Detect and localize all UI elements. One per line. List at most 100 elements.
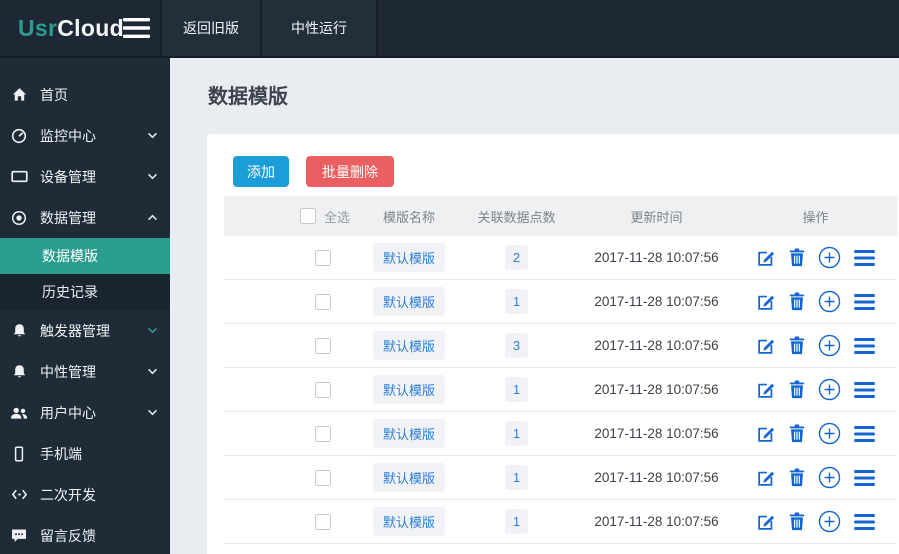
chevron-down-icon xyxy=(147,368,158,375)
trash-button[interactable] xyxy=(789,512,805,531)
template-name-link[interactable]: 默认模版 xyxy=(372,331,445,360)
trash-icon xyxy=(789,336,805,355)
top-bar: Usr Cloud 返回旧版 中性运行 xyxy=(0,0,899,58)
points-count-link[interactable]: 1 xyxy=(504,421,529,446)
points-count-link[interactable]: 1 xyxy=(504,377,529,402)
points-count-link[interactable]: 1 xyxy=(504,465,529,490)
home-icon xyxy=(9,85,29,105)
row-checkbox[interactable] xyxy=(315,425,331,442)
sidebar-item-mobile[interactable]: 手机端 xyxy=(0,433,170,474)
plus-circle-button[interactable] xyxy=(818,378,841,401)
sidebar-item-home[interactable]: 首页 xyxy=(0,74,170,115)
template-name-link[interactable]: 默认模版 xyxy=(372,463,445,492)
row-checkbox[interactable] xyxy=(315,249,331,266)
row-checkbox[interactable] xyxy=(315,513,331,530)
edit-icon xyxy=(756,512,776,532)
content-card: 添加 批量删除 全选 模版名称 关联数据点数 更新时间 操作 默认模版 2 2017… xyxy=(207,134,899,554)
table-body: 默认模版 2 2017-11-28 10:07:56 默认模版 1 2017-11-28 … xyxy=(224,236,897,544)
menu-button[interactable] xyxy=(854,381,875,398)
menu-button[interactable] xyxy=(854,249,875,266)
edit-button[interactable] xyxy=(756,512,776,532)
data-template-table: 全选 模版名称 关联数据点数 更新时间 操作 默认模版 2 2017-11-28 1… xyxy=(224,196,897,544)
trash-button[interactable] xyxy=(789,380,805,399)
edit-button[interactable] xyxy=(756,424,776,444)
points-count-link[interactable]: 1 xyxy=(504,509,529,534)
sidebar-item-device-management[interactable]: 设备管理 xyxy=(0,156,170,197)
trash-button[interactable] xyxy=(789,468,805,487)
chevron-down-icon xyxy=(147,409,158,416)
sidebar-item-user-center[interactable]: 用户中心 xyxy=(0,392,170,433)
chevron-down-icon xyxy=(147,173,158,180)
menu-icon xyxy=(854,469,875,486)
plus-circle-button[interactable] xyxy=(818,510,841,533)
sidebar-item-feedback[interactable]: 留言反馈 xyxy=(0,515,170,554)
sidebar-subitem-data-template[interactable]: 数据模版 xyxy=(0,238,170,274)
row-points-cell: 2 xyxy=(454,236,579,279)
menu-button[interactable] xyxy=(854,469,875,486)
app-logo: Usr Cloud xyxy=(0,0,124,56)
trash-button[interactable] xyxy=(789,424,805,443)
trash-button[interactable] xyxy=(789,336,805,355)
sidebar-item-label: 二次开发 xyxy=(40,486,96,503)
template-name-link[interactable]: 默认模版 xyxy=(372,419,445,448)
batch-delete-button[interactable]: 批量删除 xyxy=(306,156,394,187)
edit-button[interactable] xyxy=(756,380,776,400)
menu-button[interactable] xyxy=(854,425,875,442)
points-count-link[interactable]: 1 xyxy=(504,289,529,314)
plus-circle-button[interactable] xyxy=(818,246,841,269)
mobile-icon xyxy=(9,444,29,464)
table-header-row: 全选 模版名称 关联数据点数 更新时间 操作 xyxy=(224,196,897,236)
plus-circle-button[interactable] xyxy=(818,422,841,445)
sidebar-item-monitor-center[interactable]: 监控中心 xyxy=(0,115,170,156)
menu-button[interactable] xyxy=(854,337,875,354)
bell-icon xyxy=(9,321,29,341)
plus-circle-button[interactable] xyxy=(818,334,841,357)
add-button[interactable]: 添加 xyxy=(233,156,289,187)
row-checkbox[interactable] xyxy=(315,293,331,310)
tab-neutral-run[interactable]: 中性运行 xyxy=(260,0,378,56)
template-name-link[interactable]: 默认模版 xyxy=(372,243,445,272)
plus-circle-icon xyxy=(818,290,841,313)
edit-icon xyxy=(756,380,776,400)
edit-button[interactable] xyxy=(756,248,776,268)
template-name-link[interactable]: 默认模版 xyxy=(372,507,445,536)
menu-button[interactable] xyxy=(854,293,875,310)
points-count-link[interactable]: 2 xyxy=(504,245,529,270)
updated-time: 2017-11-28 10:07:56 xyxy=(594,250,719,265)
row-select-cell xyxy=(224,500,364,543)
trash-button[interactable] xyxy=(789,248,805,267)
select-all-checkbox[interactable] xyxy=(300,208,316,224)
sidebar-item-data-management[interactable]: 数据管理 xyxy=(0,197,170,238)
sidebar-item-label: 设备管理 xyxy=(40,168,96,185)
plus-circle-button[interactable] xyxy=(818,290,841,313)
sidebar-item-development[interactable]: 二次开发 xyxy=(0,474,170,515)
trash-icon xyxy=(789,248,805,267)
row-actions-cell xyxy=(734,412,897,455)
hamburger-icon xyxy=(122,18,150,38)
row-actions-cell xyxy=(734,456,897,499)
row-actions-cell xyxy=(734,236,897,279)
points-count-link[interactable]: 3 xyxy=(504,333,529,358)
row-checkbox[interactable] xyxy=(315,469,331,486)
template-name-link[interactable]: 默认模版 xyxy=(372,375,445,404)
sidebar-toggle-button[interactable] xyxy=(112,0,160,56)
row-name-cell: 默认模版 xyxy=(364,412,454,455)
menu-button[interactable] xyxy=(854,513,875,530)
row-actions-cell xyxy=(734,280,897,323)
row-name-cell: 默认模版 xyxy=(364,324,454,367)
edit-icon xyxy=(756,248,776,268)
row-actions-cell xyxy=(734,500,897,543)
edit-button[interactable] xyxy=(756,336,776,356)
plus-circle-button[interactable] xyxy=(818,466,841,489)
template-name-link[interactable]: 默认模版 xyxy=(372,287,445,316)
table-row: 默认模版 3 2017-11-28 10:07:56 xyxy=(224,324,897,368)
trash-button[interactable] xyxy=(789,292,805,311)
sidebar-subitem-history-record[interactable]: 历史记录 xyxy=(0,274,170,310)
sidebar-item-trigger-management[interactable]: 触发器管理 xyxy=(0,310,170,351)
row-checkbox[interactable] xyxy=(315,337,331,354)
sidebar-item-neutral-management[interactable]: 中性管理 xyxy=(0,351,170,392)
edit-button[interactable] xyxy=(756,292,776,312)
row-checkbox[interactable] xyxy=(315,381,331,398)
edit-button[interactable] xyxy=(756,468,776,488)
tab-back-to-old[interactable]: 返回旧版 xyxy=(160,0,260,56)
